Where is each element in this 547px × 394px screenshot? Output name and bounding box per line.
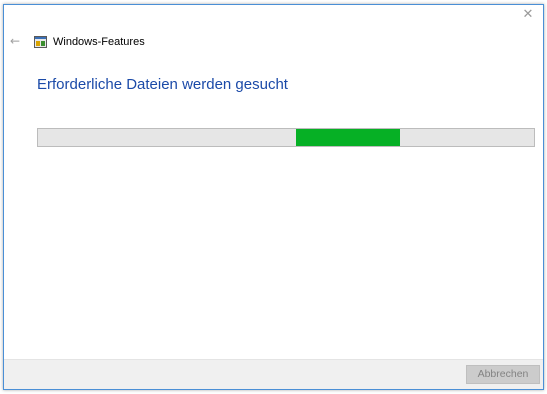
title-bar: Windows-Features [34,34,145,50]
page-heading: Erforderliche Dateien werden gesucht [37,76,288,93]
dialog-footer: Abbrechen [4,359,543,389]
window-title: Windows-Features [53,36,145,48]
windows-features-dialog: ✕ ← Windows-Features Erforderliche Datei… [3,4,544,390]
progress-indicator [295,129,401,146]
progress-bar [37,128,535,147]
close-icon[interactable]: ✕ [516,5,540,25]
cancel-button[interactable]: Abbrechen [466,365,540,384]
windows-features-icon [34,35,48,49]
back-arrow-icon[interactable]: ← [8,34,22,48]
